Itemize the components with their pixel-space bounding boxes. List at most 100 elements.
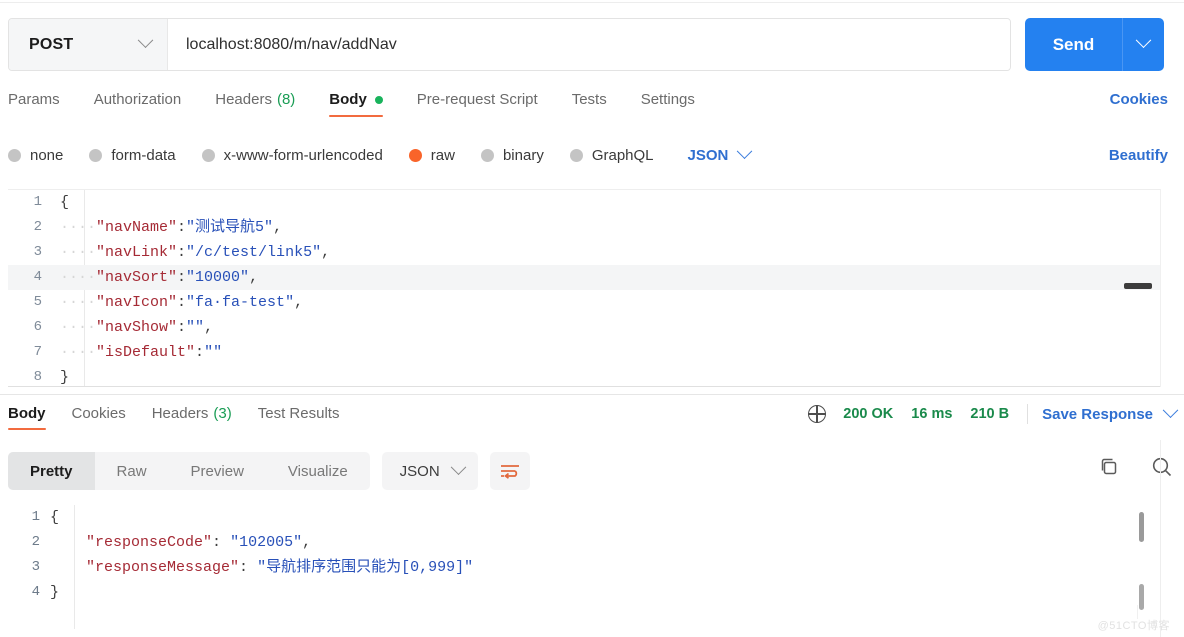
json-value: "测试导航5" xyxy=(186,219,274,236)
tab-label: Cookies xyxy=(71,405,126,422)
request-tab-headers[interactable]: Headers (8) xyxy=(215,88,295,120)
indent-guide: ···· xyxy=(60,294,97,311)
wrap-lines-icon xyxy=(500,465,519,479)
search-button[interactable] xyxy=(1150,455,1174,479)
radio-icon xyxy=(569,148,583,162)
view-mode-raw[interactable]: Raw xyxy=(95,452,169,490)
http-method-label: POST xyxy=(29,35,74,53)
json-key: "navShow" xyxy=(96,319,178,336)
code-content: { xyxy=(60,190,69,215)
body-type-binary[interactable]: binary xyxy=(480,147,544,164)
send-button[interactable]: Send xyxy=(1025,18,1164,71)
response-format-selector[interactable]: JSON xyxy=(381,452,478,490)
tab-count-badge: (8) xyxy=(276,91,296,108)
response-tab-body[interactable]: Body xyxy=(8,402,46,433)
body-type-label: form-data xyxy=(111,146,176,164)
response-tab-test-results[interactable]: Test Results xyxy=(258,402,340,433)
body-format-label: JSON xyxy=(687,146,729,164)
view-mode-pretty[interactable]: Pretty xyxy=(8,452,95,490)
chevron-down-icon[interactable] xyxy=(1162,401,1179,418)
request-tab-settings[interactable]: Settings xyxy=(641,88,695,120)
body-type-form-data[interactable]: form-data xyxy=(89,146,176,164)
json-brace: { xyxy=(50,509,60,526)
view-mode-visualize[interactable]: Visualize xyxy=(266,452,370,490)
body-type-GraphQL[interactable]: GraphQL xyxy=(569,146,654,164)
json-key: "navIcon" xyxy=(96,294,178,311)
indent-guide xyxy=(50,559,86,576)
tab-label: Headers xyxy=(151,405,209,422)
code-content: ····"navShow":"", xyxy=(60,315,213,340)
send-options-button[interactable] xyxy=(1122,18,1164,71)
response-scrollbar-thumb-bottom[interactable] xyxy=(1139,584,1144,610)
globe-icon xyxy=(807,404,827,423)
json-colon: : xyxy=(177,244,187,261)
json-brace: } xyxy=(60,369,70,386)
radio-icon xyxy=(201,148,215,162)
body-type-x-www-form-urlencoded[interactable]: x-www-form-urlencoded xyxy=(201,146,383,164)
response-status-bar: 200 OK 16 ms 210 B Save Response xyxy=(807,401,1179,424)
code-line: 4} xyxy=(8,580,1160,605)
response-view-mode-group: Pretty Raw Preview Visualize xyxy=(8,452,370,490)
tab-label: Test Results xyxy=(257,405,340,422)
body-type-raw[interactable]: raw xyxy=(408,147,455,164)
window-top-edge xyxy=(0,0,1184,3)
line-number: 2 xyxy=(33,219,42,235)
response-scrollbar-thumb-top[interactable] xyxy=(1139,512,1144,542)
request-tabs: Params Authorization Headers (8) Body Pre-req… xyxy=(8,88,1176,126)
indent-guide xyxy=(50,534,86,551)
copy-button[interactable] xyxy=(1098,456,1120,478)
line-number: 4 xyxy=(33,269,42,285)
tab-label: Tests xyxy=(571,91,607,108)
beautify-button[interactable]: Beautify xyxy=(1109,147,1168,164)
request-tab-pre-request-script[interactable]: Pre-request Script xyxy=(417,88,538,120)
request-tab-tests[interactable]: Tests xyxy=(572,88,607,120)
indent-guide: ···· xyxy=(60,319,97,336)
response-tab-headers[interactable]: Headers (3) xyxy=(152,402,232,433)
code-content: ····"navName":"测试导航5", xyxy=(60,215,282,240)
search-icon xyxy=(1152,457,1172,477)
postman-request-response-view: POST localhost:8080/m/nav/addNav Send Pa… xyxy=(0,0,1184,637)
url-box: POST localhost:8080/m/nav/addNav xyxy=(8,18,1011,71)
json-colon: : xyxy=(177,319,187,336)
copy-icon xyxy=(1101,458,1117,475)
json-colon: : xyxy=(239,559,258,576)
request-url-input[interactable]: localhost:8080/m/nav/addNav xyxy=(168,19,1010,70)
response-body-editor[interactable]: 1{2 "responseCode": "102005", 3 "response… xyxy=(8,505,1160,629)
request-body-editor[interactable]: 1{2 ····"navName":"测试导航5", 3 ····"navLink":… xyxy=(8,189,1160,387)
cookies-link[interactable]: Cookies xyxy=(1110,91,1168,108)
line-number: 1 xyxy=(31,509,40,525)
json-value: "/c/test/link5" xyxy=(186,244,322,261)
code-line: 6 ····"navShow":"", xyxy=(8,315,1160,340)
save-response-button[interactable]: Save Response xyxy=(1042,406,1153,423)
request-tab-body[interactable]: Body xyxy=(329,88,383,120)
body-format-selector[interactable]: JSON xyxy=(687,142,753,164)
response-tabs: Body Cookies Headers (3) Test Results xyxy=(8,402,365,434)
watermark: @51CTO博客 xyxy=(1097,620,1170,632)
request-tab-authorization[interactable]: Authorization xyxy=(94,88,182,120)
body-type-label: none xyxy=(30,146,64,164)
tab-label: Params xyxy=(8,91,60,108)
response-size: 210 B xyxy=(970,406,1010,422)
response-action-icons xyxy=(1098,455,1174,479)
response-tab-cookies[interactable]: Cookies xyxy=(72,402,126,433)
request-editor-scrollbar-thumb[interactable] xyxy=(1124,283,1152,289)
json-value: "fa·fa-test" xyxy=(186,294,295,311)
body-type-label: x-www-form-urlencoded xyxy=(223,146,383,164)
response-separator xyxy=(0,394,1184,395)
view-mode-preview[interactable]: Preview xyxy=(169,452,266,490)
line-number: 5 xyxy=(33,294,42,310)
json-key: "navName" xyxy=(96,219,178,236)
body-type-label: GraphQL xyxy=(591,146,654,164)
radio-icon xyxy=(408,148,422,162)
tab-label: Authorization xyxy=(93,91,182,108)
json-colon: : xyxy=(177,294,187,311)
request-tab-params[interactable]: Params xyxy=(8,88,60,120)
body-type-none[interactable]: none xyxy=(8,147,63,164)
json-colon: : xyxy=(195,344,205,361)
status-divider xyxy=(1027,404,1029,424)
code-line: 5 ····"navIcon":"fa·fa-test", xyxy=(8,290,1160,315)
wrap-lines-button[interactable] xyxy=(489,452,530,490)
http-method-selector[interactable]: POST xyxy=(9,19,168,70)
json-comma: , xyxy=(204,319,214,336)
chevron-down-icon xyxy=(737,142,753,159)
